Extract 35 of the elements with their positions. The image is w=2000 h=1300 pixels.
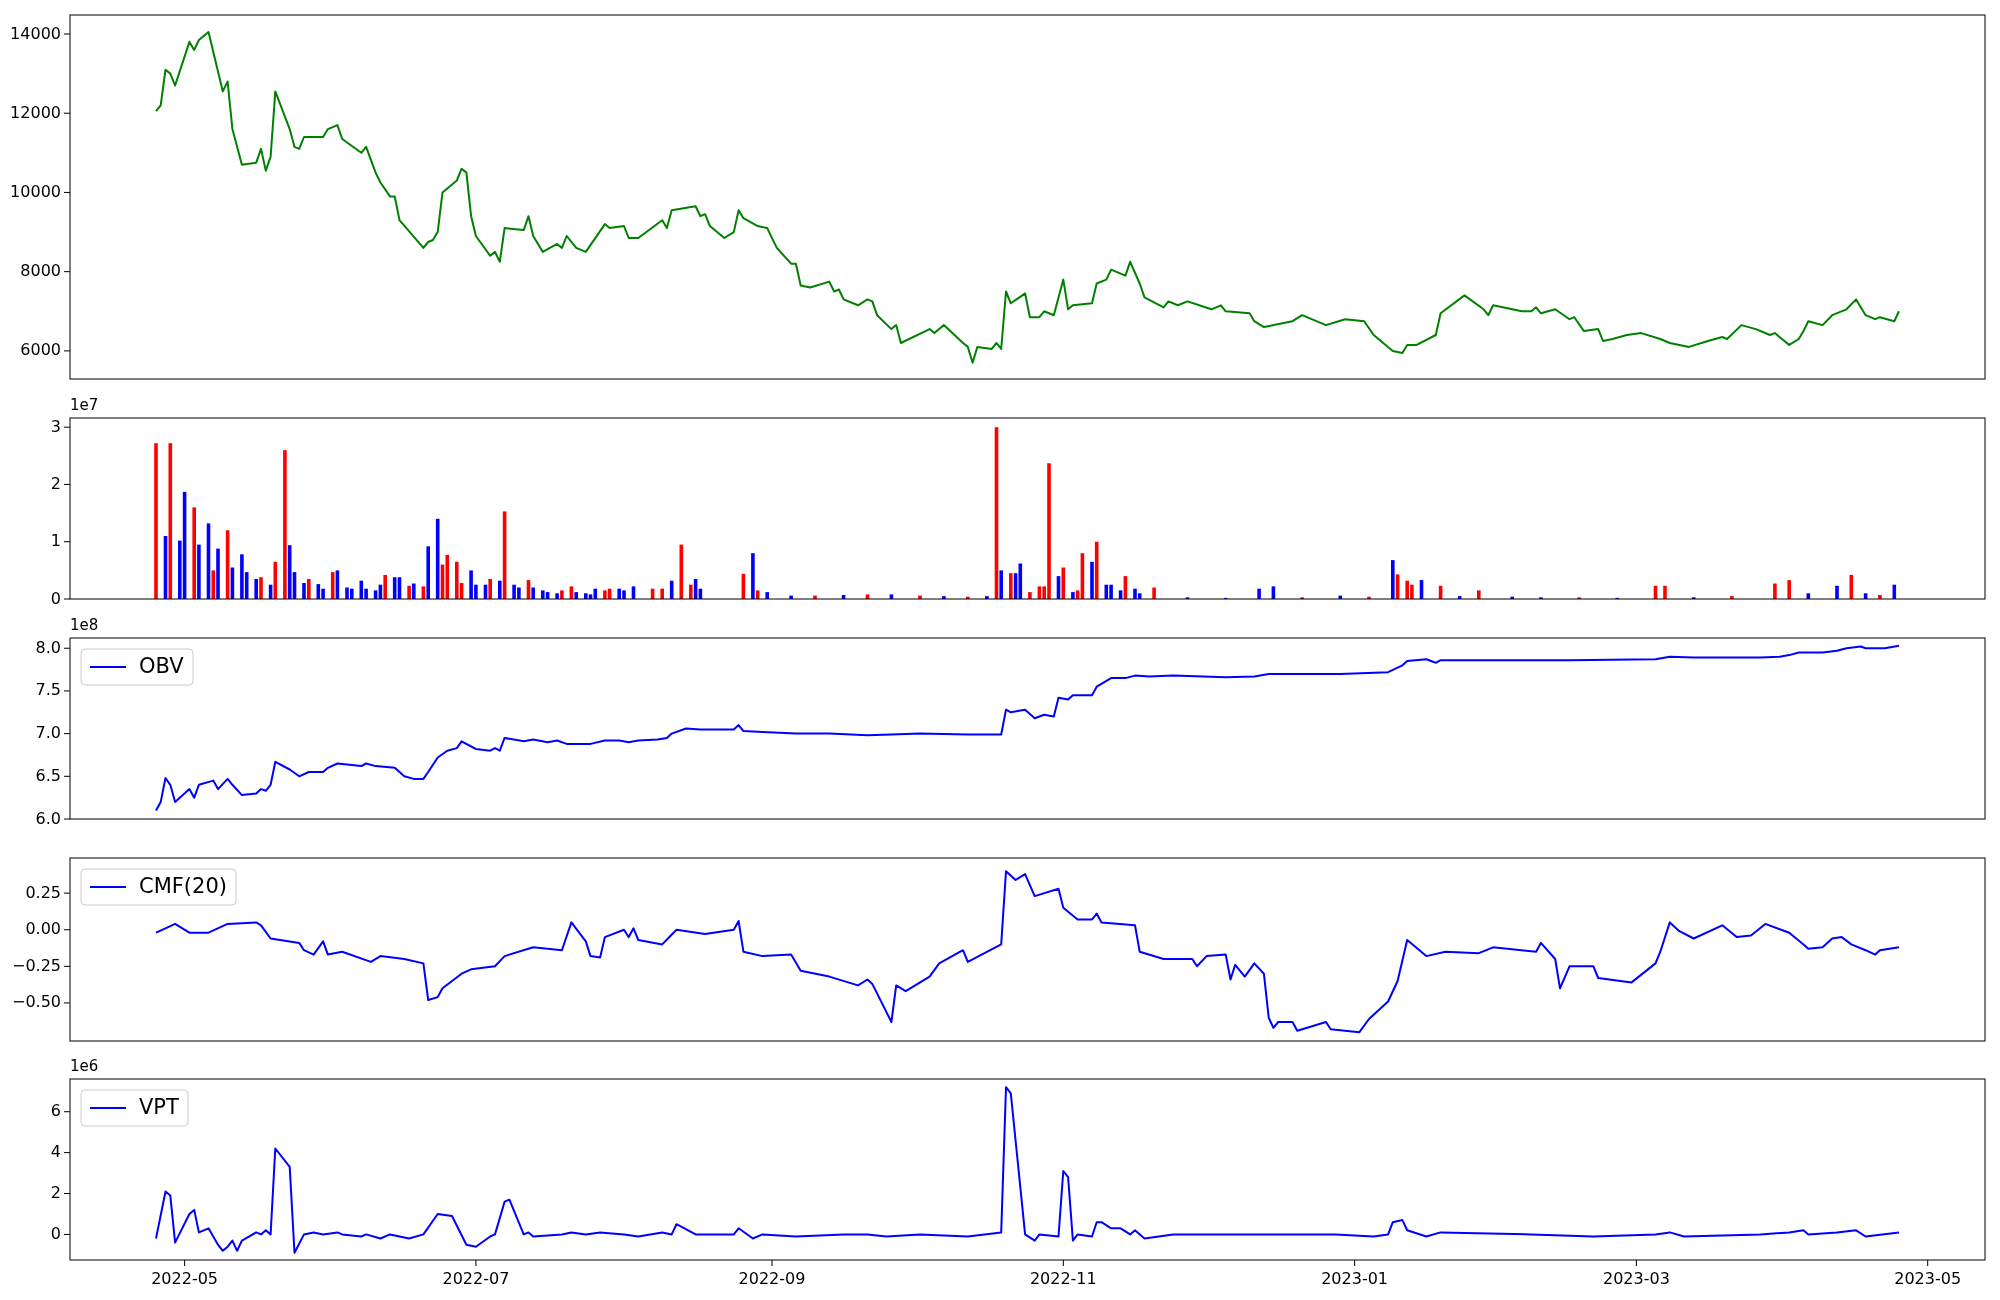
y-tick-label: 6.0 xyxy=(35,808,61,828)
x-tick-label: 2022-09 xyxy=(738,1269,806,1288)
y-tick-label: 7.0 xyxy=(35,723,61,743)
y-tick-label: 7.5 xyxy=(35,680,61,700)
x-tick-label: 2022-07 xyxy=(442,1269,510,1288)
legend-label: VPT xyxy=(139,1095,179,1119)
axis-offset-label: 1e6 xyxy=(70,1057,99,1075)
legend-label: OBV xyxy=(139,654,184,678)
y-tick-label: 8.0 xyxy=(35,637,61,657)
y-tick-label: 10000 xyxy=(10,181,61,201)
y-tick-label: 0.25 xyxy=(25,882,61,902)
x-tick-label: 2022-11 xyxy=(1029,1269,1097,1288)
y-tick-label: 6 xyxy=(50,1101,61,1121)
y-tick-label: 0 xyxy=(50,1223,61,1243)
y-tick-label: 2 xyxy=(50,1183,61,1203)
axis-offset-label: 1e7 xyxy=(70,396,99,414)
y-tick-label: 0.00 xyxy=(25,919,61,939)
x-tick-label: 2022-05 xyxy=(151,1269,219,1288)
x-tick-label: 2023-05 xyxy=(1894,1269,1962,1288)
legend-label: CMF(20) xyxy=(139,874,227,898)
x-tick-label: 2023-03 xyxy=(1602,1269,1670,1288)
y-tick-label: −0.50 xyxy=(11,992,61,1012)
y-tick-label: 2 xyxy=(50,473,61,493)
y-tick-label: 8000 xyxy=(20,261,61,281)
x-tick-label: 2023-01 xyxy=(1321,1269,1389,1288)
y-tick-label: 1 xyxy=(50,531,61,551)
y-tick-label: 6.5 xyxy=(35,765,61,785)
axis-offset-label: 1e8 xyxy=(70,616,99,634)
y-tick-label: 6000 xyxy=(20,340,61,360)
y-tick-label: 3 xyxy=(50,416,61,436)
y-tick-label: 4 xyxy=(50,1142,61,1162)
y-tick-label: −0.25 xyxy=(11,955,61,975)
y-tick-label: 14000 xyxy=(10,23,61,43)
y-tick-label: 12000 xyxy=(10,102,61,122)
y-tick-label: 0 xyxy=(50,588,61,608)
